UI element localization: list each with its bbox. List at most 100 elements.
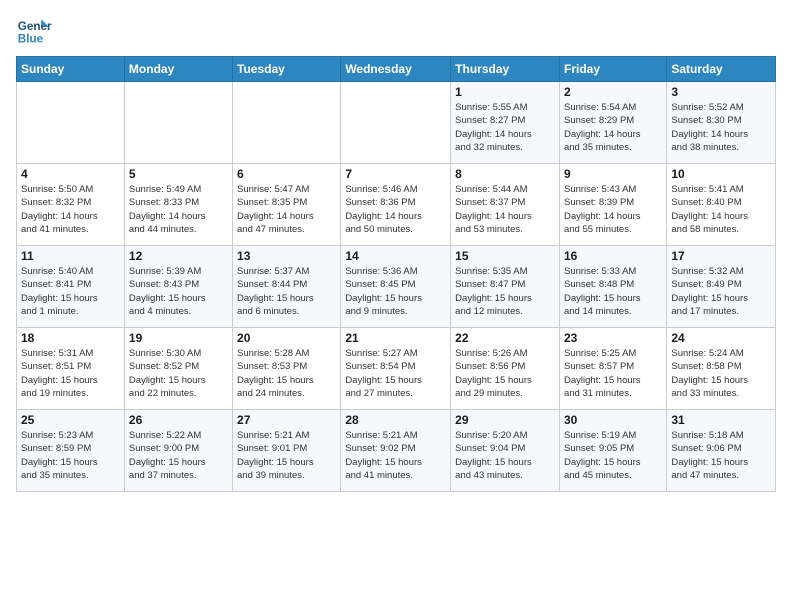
calendar-cell: 31 Sunrise: 5:18 AM Sunset: 9:06 PM Dayli…	[667, 410, 776, 492]
weekday-header-friday: Friday	[559, 57, 666, 82]
day-info: Sunrise: 5:55 AM Sunset: 8:27 PM Dayligh…	[455, 101, 555, 154]
calendar-cell: 8 Sunrise: 5:44 AM Sunset: 8:37 PM Daylig…	[451, 164, 560, 246]
day-number: 28	[345, 413, 446, 427]
calendar-cell: 13 Sunrise: 5:37 AM Sunset: 8:44 PM Dayli…	[233, 246, 341, 328]
weekday-header-row: SundayMondayTuesdayWednesdayThursdayFrid…	[17, 57, 776, 82]
calendar-cell: 3 Sunrise: 5:52 AM Sunset: 8:30 PM Daylig…	[667, 82, 776, 164]
day-info: Sunrise: 5:44 AM Sunset: 8:37 PM Dayligh…	[455, 183, 555, 236]
day-info: Sunrise: 5:43 AM Sunset: 8:39 PM Dayligh…	[564, 183, 662, 236]
day-info: Sunrise: 5:54 AM Sunset: 8:29 PM Dayligh…	[564, 101, 662, 154]
calendar-cell: 17Sunrise: 5:32 AM Sunset: 8:49 PM Dayli…	[667, 246, 776, 328]
day-number: 9	[564, 167, 662, 181]
day-info: Sunrise: 5:52 AM Sunset: 8:30 PM Dayligh…	[671, 101, 771, 154]
day-number: 16	[564, 249, 662, 263]
day-info: Sunrise: 5:24 AM Sunset: 8:58 PM Dayligh…	[671, 347, 771, 400]
day-number: 13	[237, 249, 336, 263]
weekday-header-tuesday: Tuesday	[233, 57, 341, 82]
calendar-cell: 18 Sunrise: 5:31 AM Sunset: 8:51 PM Dayli…	[17, 328, 125, 410]
calendar-cell: 16 Sunrise: 5:33 AM Sunset: 8:48 PM Dayli…	[559, 246, 666, 328]
day-number: 26	[129, 413, 228, 427]
week-row-5: 25 Sunrise: 5:23 AM Sunset: 8:59 PM Dayli…	[17, 410, 776, 492]
day-number: 19	[129, 331, 228, 345]
day-number: 22	[455, 331, 555, 345]
day-info: Sunrise: 5:22 AM Sunset: 9:00 PM Dayligh…	[129, 429, 228, 482]
calendar-cell: 10 Sunrise: 5:41 AM Sunset: 8:40 PM Dayli…	[667, 164, 776, 246]
day-info: Sunrise: 5:37 AM Sunset: 8:44 PM Dayligh…	[237, 265, 336, 318]
calendar-table: SundayMondayTuesdayWednesdayThursdayFrid…	[16, 56, 776, 492]
calendar-cell: 20 Sunrise: 5:28 AM Sunset: 8:53 PM Dayli…	[233, 328, 341, 410]
logo: General Blue	[16, 12, 56, 48]
calendar-cell: 5Sunrise: 5:49 AM Sunset: 8:33 PM Daylig…	[124, 164, 232, 246]
calendar-cell: 24Sunrise: 5:24 AM Sunset: 8:58 PM Dayli…	[667, 328, 776, 410]
calendar-cell	[124, 82, 232, 164]
calendar-cell: 12 Sunrise: 5:39 AM Sunset: 8:43 PM Dayli…	[124, 246, 232, 328]
calendar-cell: 11 Sunrise: 5:40 AM Sunset: 8:41 PM Dayli…	[17, 246, 125, 328]
day-number: 20	[237, 331, 336, 345]
calendar-cell: 19 Sunrise: 5:30 AM Sunset: 8:52 PM Dayli…	[124, 328, 232, 410]
day-number: 14	[345, 249, 446, 263]
day-number: 21	[345, 331, 446, 345]
weekday-header-saturday: Saturday	[667, 57, 776, 82]
day-number: 10	[671, 167, 771, 181]
day-info: Sunrise: 5:20 AM Sunset: 9:04 PM Dayligh…	[455, 429, 555, 482]
day-info: Sunrise: 5:27 AM Sunset: 8:54 PM Dayligh…	[345, 347, 446, 400]
day-info: Sunrise: 5:31 AM Sunset: 8:51 PM Dayligh…	[21, 347, 120, 400]
calendar-cell: 21 Sunrise: 5:27 AM Sunset: 8:54 PM Dayli…	[341, 328, 451, 410]
calendar-cell: 14Sunrise: 5:36 AM Sunset: 8:45 PM Dayli…	[341, 246, 451, 328]
day-info: Sunrise: 5:25 AM Sunset: 8:57 PM Dayligh…	[564, 347, 662, 400]
day-info: Sunrise: 5:47 AM Sunset: 8:35 PM Dayligh…	[237, 183, 336, 236]
day-number: 27	[237, 413, 336, 427]
day-number: 3	[671, 85, 771, 99]
day-number: 31	[671, 413, 771, 427]
day-number: 30	[564, 413, 662, 427]
calendar-cell: 29Sunrise: 5:20 AM Sunset: 9:04 PM Dayli…	[451, 410, 560, 492]
day-number: 5	[129, 167, 228, 181]
day-info: Sunrise: 5:19 AM Sunset: 9:05 PM Dayligh…	[564, 429, 662, 482]
day-number: 25	[21, 413, 120, 427]
day-info: Sunrise: 5:41 AM Sunset: 8:40 PM Dayligh…	[671, 183, 771, 236]
day-number: 12	[129, 249, 228, 263]
weekday-header-thursday: Thursday	[451, 57, 560, 82]
weekday-header-sunday: Sunday	[17, 57, 125, 82]
day-info: Sunrise: 5:21 AM Sunset: 9:02 PM Dayligh…	[345, 429, 446, 482]
day-number: 17	[671, 249, 771, 263]
calendar-cell: 6Sunrise: 5:47 AM Sunset: 8:35 PM Daylig…	[233, 164, 341, 246]
day-info: Sunrise: 5:26 AM Sunset: 8:56 PM Dayligh…	[455, 347, 555, 400]
calendar-cell: 22 Sunrise: 5:26 AM Sunset: 8:56 PM Dayli…	[451, 328, 560, 410]
week-row-4: 18 Sunrise: 5:31 AM Sunset: 8:51 PM Dayli…	[17, 328, 776, 410]
day-number: 4	[21, 167, 120, 181]
day-number: 8	[455, 167, 555, 181]
day-info: Sunrise: 5:50 AM Sunset: 8:32 PM Dayligh…	[21, 183, 120, 236]
page: General Blue SundayMondayTuesdayWednesda…	[0, 0, 792, 612]
weekday-header-monday: Monday	[124, 57, 232, 82]
calendar-cell: 1 Sunrise: 5:55 AM Sunset: 8:27 PM Daylig…	[451, 82, 560, 164]
calendar-cell: 25 Sunrise: 5:23 AM Sunset: 8:59 PM Dayli…	[17, 410, 125, 492]
calendar-cell: 26 Sunrise: 5:22 AM Sunset: 9:00 PM Dayli…	[124, 410, 232, 492]
day-info: Sunrise: 5:30 AM Sunset: 8:52 PM Dayligh…	[129, 347, 228, 400]
logo-icon: General Blue	[16, 12, 52, 48]
calendar-cell: 28 Sunrise: 5:21 AM Sunset: 9:02 PM Dayli…	[341, 410, 451, 492]
day-info: Sunrise: 5:35 AM Sunset: 8:47 PM Dayligh…	[455, 265, 555, 318]
day-number: 15	[455, 249, 555, 263]
day-number: 2	[564, 85, 662, 99]
calendar-cell: 30 Sunrise: 5:19 AM Sunset: 9:05 PM Dayli…	[559, 410, 666, 492]
day-info: Sunrise: 5:18 AM Sunset: 9:06 PM Dayligh…	[671, 429, 771, 482]
calendar-cell	[17, 82, 125, 164]
day-info: Sunrise: 5:28 AM Sunset: 8:53 PM Dayligh…	[237, 347, 336, 400]
day-number: 7	[345, 167, 446, 181]
day-info: Sunrise: 5:39 AM Sunset: 8:43 PM Dayligh…	[129, 265, 228, 318]
weekday-header-wednesday: Wednesday	[341, 57, 451, 82]
day-number: 11	[21, 249, 120, 263]
week-row-3: 11 Sunrise: 5:40 AM Sunset: 8:41 PM Dayli…	[17, 246, 776, 328]
day-info: Sunrise: 5:23 AM Sunset: 8:59 PM Dayligh…	[21, 429, 120, 482]
day-number: 18	[21, 331, 120, 345]
svg-text:Blue: Blue	[18, 33, 44, 46]
day-info: Sunrise: 5:33 AM Sunset: 8:48 PM Dayligh…	[564, 265, 662, 318]
header: General Blue	[16, 12, 776, 48]
day-info: Sunrise: 5:21 AM Sunset: 9:01 PM Dayligh…	[237, 429, 336, 482]
calendar-cell: 2 Sunrise: 5:54 AM Sunset: 8:29 PM Daylig…	[559, 82, 666, 164]
day-number: 1	[455, 85, 555, 99]
calendar-cell: 27 Sunrise: 5:21 AM Sunset: 9:01 PM Dayli…	[233, 410, 341, 492]
calendar-cell: 7Sunrise: 5:46 AM Sunset: 8:36 PM Daylig…	[341, 164, 451, 246]
day-info: Sunrise: 5:40 AM Sunset: 8:41 PM Dayligh…	[21, 265, 120, 318]
